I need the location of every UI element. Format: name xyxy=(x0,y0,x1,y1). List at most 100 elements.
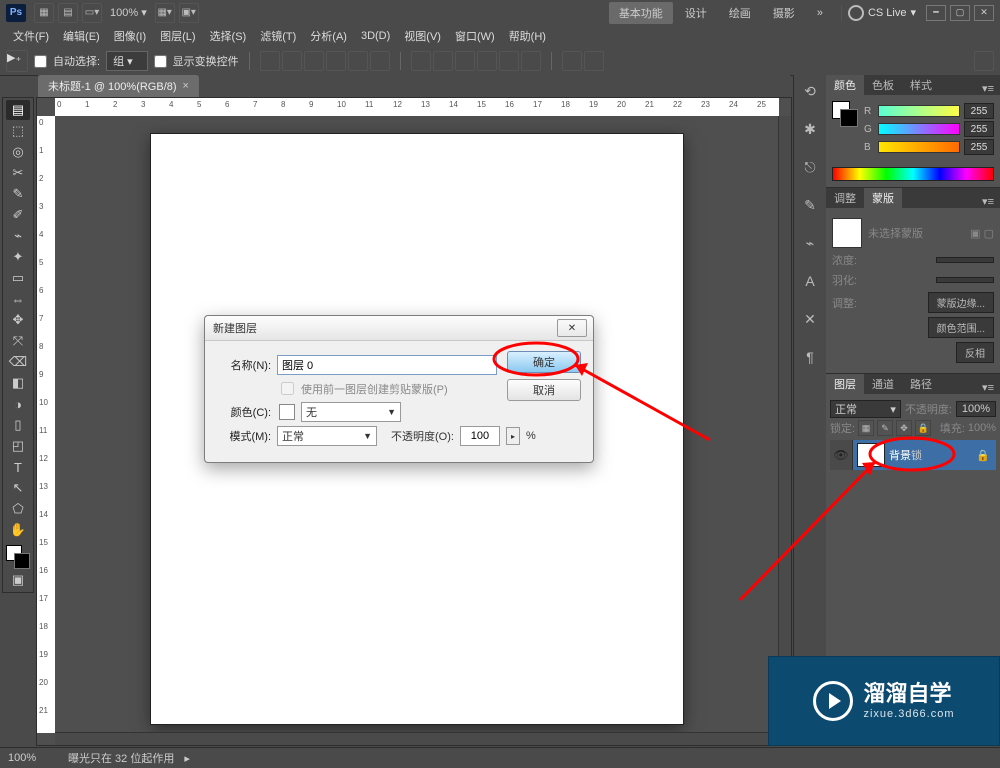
tab-adjust[interactable]: 调整 xyxy=(826,188,864,208)
blend-mode-select[interactable]: 正常▾ xyxy=(830,400,901,418)
dialog-close-button[interactable]: ✕ xyxy=(557,319,587,337)
menu-filter[interactable]: 滤镜(T) xyxy=(260,28,296,44)
ok-button[interactable]: 确定 xyxy=(507,351,581,373)
menu-image[interactable]: 图像(I) xyxy=(114,28,146,44)
minibridge-icon[interactable]: ▤ xyxy=(58,3,78,23)
tab-channels[interactable]: 通道 xyxy=(864,374,902,394)
window-minimize[interactable]: ━ xyxy=(926,5,946,21)
lock-move-icon[interactable]: ✥ xyxy=(896,420,912,436)
invert-button[interactable]: 反相 xyxy=(956,342,994,363)
color-dropdown[interactable]: 无▼ xyxy=(301,402,401,422)
cancel-button[interactable]: 取消 xyxy=(507,379,581,401)
tool-pen[interactable]: ◑ xyxy=(6,394,30,414)
tool-history[interactable]: ⇔ xyxy=(6,289,30,309)
layer-thumb[interactable] xyxy=(857,443,885,467)
document-tab[interactable]: 未标题-1 @ 100%(RGB/8) × xyxy=(38,75,199,97)
viewmode-icon[interactable]: ▭▾ xyxy=(82,3,102,23)
layer-fill-value[interactable]: 100% xyxy=(968,422,996,434)
info-icon[interactable]: ⎋ xyxy=(800,157,820,177)
panel-toggle[interactable] xyxy=(974,51,994,71)
cslive-button[interactable]: CS Live▾ xyxy=(841,5,922,21)
opacity-input[interactable] xyxy=(460,426,500,446)
color-swatches[interactable] xyxy=(6,545,30,569)
brush-icon[interactable]: ✎ xyxy=(800,195,820,215)
menu-help[interactable]: 帮助(H) xyxy=(509,28,546,44)
panel-menu-icon[interactable]: ▾≡ xyxy=(976,381,1000,394)
tool-marquee[interactable]: ⬚ xyxy=(6,121,30,141)
menu-edit[interactable]: 编辑(E) xyxy=(63,28,100,44)
status-arrow-icon[interactable]: ▸ xyxy=(184,752,190,765)
workspace-more[interactable]: » xyxy=(807,4,833,22)
layer-name-input[interactable] xyxy=(277,355,497,375)
menu-select[interactable]: 选择(S) xyxy=(210,28,247,44)
tool-dodge[interactable]: ◧ xyxy=(6,373,30,393)
dialog-titlebar[interactable]: 新建图层 ✕ xyxy=(205,316,593,341)
screenmode-icon[interactable]: ▣▾ xyxy=(179,3,199,23)
tool-eyedropper[interactable]: ✐ xyxy=(6,205,30,225)
hue-strip[interactable] xyxy=(832,167,994,181)
history-icon[interactable]: ⟲ xyxy=(800,81,820,101)
arrange-icon[interactable]: ▦▾ xyxy=(155,3,175,23)
window-close[interactable]: ✕ xyxy=(974,5,994,21)
tool-3d[interactable]: ↖ xyxy=(6,478,30,498)
workspace-tab-paint[interactable]: 绘画 xyxy=(719,2,761,24)
panel-color-swatch[interactable] xyxy=(832,101,858,127)
color-range-button[interactable]: 颜色范围... xyxy=(928,317,994,338)
scrollbar-horizontal[interactable] xyxy=(55,732,779,745)
workspace-tab-photo[interactable]: 摄影 xyxy=(763,2,805,24)
tool-path[interactable]: ◰ xyxy=(6,436,30,456)
tool-crop[interactable]: ✎ xyxy=(6,184,30,204)
r-value[interactable]: 255 xyxy=(964,103,994,119)
workspace-tab-basic[interactable]: 基本功能 xyxy=(609,2,673,24)
menu-view[interactable]: 视图(V) xyxy=(404,28,441,44)
tab-paths[interactable]: 路径 xyxy=(902,374,940,394)
workspace-tab-design[interactable]: 设计 xyxy=(675,2,717,24)
close-icon[interactable]: × xyxy=(183,80,189,92)
g-value[interactable]: 255 xyxy=(964,121,994,137)
navigator-icon[interactable]: ✱ xyxy=(800,119,820,139)
tool-healing[interactable]: ⌁ xyxy=(6,226,30,246)
tool-move[interactable]: ▤ xyxy=(6,100,30,120)
settings-icon[interactable]: ✕ xyxy=(800,309,820,329)
tool-eraser[interactable]: ✥ xyxy=(6,310,30,330)
r-slider[interactable] xyxy=(878,105,960,117)
visibility-icon[interactable]: 👁 xyxy=(830,440,853,470)
status-zoom[interactable]: 100% xyxy=(8,752,58,764)
auto-select-checkbox[interactable] xyxy=(34,55,47,68)
show-transform-checkbox[interactable] xyxy=(154,55,167,68)
window-restore[interactable]: ▢ xyxy=(950,5,970,21)
tab-styles[interactable]: 样式 xyxy=(902,75,940,95)
g-slider[interactable] xyxy=(878,123,960,135)
panel-menu-icon[interactable]: ▾≡ xyxy=(976,82,1000,95)
tab-swatches[interactable]: 色板 xyxy=(864,75,902,95)
tool-magicwand[interactable]: ✂ xyxy=(6,163,30,183)
auto-select-dropdown[interactable]: 组 ▾ xyxy=(106,51,148,71)
tool-zoom[interactable]: ✋ xyxy=(6,520,30,540)
para-icon[interactable]: ¶ xyxy=(800,347,820,367)
layer-row-background[interactable]: 👁 背景 锁 🔒 xyxy=(830,440,996,470)
bridge-icon[interactable]: ▦ xyxy=(34,3,54,23)
tool-shape[interactable]: T xyxy=(6,457,30,477)
quickmask-toggle[interactable]: ▣ xyxy=(6,570,30,590)
b-value[interactable]: 255 xyxy=(964,139,994,155)
menu-analysis[interactable]: 分析(A) xyxy=(310,28,347,44)
lock-transparent-icon[interactable]: ▦ xyxy=(858,420,874,436)
current-tool-icon[interactable]: ▶₊ xyxy=(6,50,28,72)
clone-icon[interactable]: ⌁ xyxy=(800,233,820,253)
tool-brush[interactable]: ✦ xyxy=(6,247,30,267)
char-icon[interactable]: A xyxy=(800,271,820,291)
blend-mode-dropdown[interactable]: 正常▼ xyxy=(277,426,377,446)
lock-paint-icon[interactable]: ✎ xyxy=(877,420,893,436)
layer-opacity-value[interactable]: 100% xyxy=(956,401,996,417)
distribute-buttons[interactable] xyxy=(411,51,541,71)
titlebar-zoom[interactable]: 100% ▾ xyxy=(110,6,147,19)
menu-file[interactable]: 文件(F) xyxy=(13,28,49,44)
layer-name[interactable]: 背景 xyxy=(889,447,911,463)
tab-layers[interactable]: 图层 xyxy=(826,374,864,394)
opacity-stepper[interactable]: ▸ xyxy=(506,427,520,445)
lock-all-icon[interactable]: 🔒 xyxy=(915,420,931,436)
menu-layer[interactable]: 图层(L) xyxy=(160,28,195,44)
tool-lasso[interactable]: ◎ xyxy=(6,142,30,162)
arrange-buttons[interactable] xyxy=(562,51,604,71)
tab-mask[interactable]: 蒙版 xyxy=(864,188,902,208)
